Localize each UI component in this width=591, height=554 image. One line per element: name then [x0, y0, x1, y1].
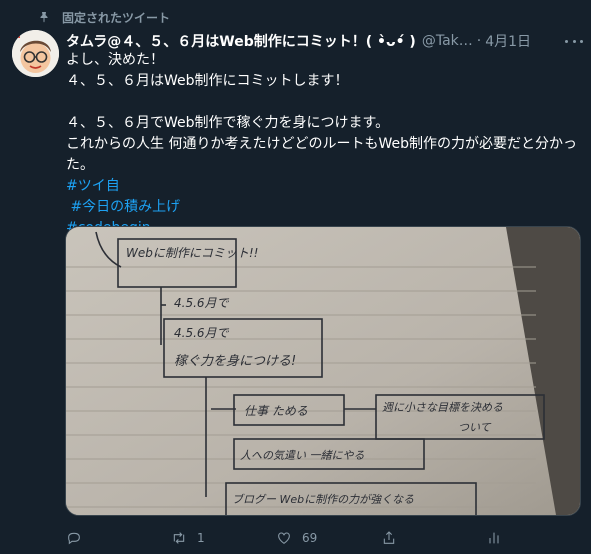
- pin-icon: [40, 12, 48, 23]
- tweet-actions: 1 69: [66, 528, 546, 548]
- pinned-label: 固定されたツイート: [62, 10, 171, 25]
- retweet-button[interactable]: 1: [171, 530, 231, 546]
- photo-note: 4.5.6月で: [174, 326, 230, 340]
- photo-note: Webに制作にコミット!!: [126, 246, 259, 260]
- photo-note: 4.5.6月で: [174, 296, 230, 310]
- photo-note: ブログー Webに制作の力が強くなる: [232, 493, 414, 506]
- like-count: 69: [302, 531, 318, 545]
- reply-button[interactable]: [66, 530, 126, 546]
- separator-dot: ·: [476, 33, 482, 49]
- pinned-tweet-indicator: 固定されたツイート: [38, 8, 170, 26]
- photo-note: 週に小さな目標を決める: [382, 401, 503, 414]
- more-options-icon[interactable]: [565, 34, 583, 48]
- photo-note: 稼ぐ力を身につける!: [174, 354, 296, 369]
- tweet-line: ４、５、６月でWeb制作で稼ぐ力を身につけます。: [66, 115, 390, 131]
- retweet-icon: [173, 532, 185, 544]
- retweet-count: 1: [197, 531, 205, 545]
- hashtag-link[interactable]: #ツイ自: [66, 176, 581, 197]
- tweet-line: た。: [66, 157, 94, 173]
- photo-note: ついて: [458, 421, 492, 434]
- share-icon: [383, 531, 395, 544]
- photo-note: 仕事 ためる: [244, 404, 308, 418]
- author-handle[interactable]: @Tak…: [422, 33, 473, 49]
- analytics-button[interactable]: [486, 530, 546, 546]
- tweet-header: タムラ@４、５、６月はWeb制作にコミット！( •̀ᴗ•́ ) @Tak… · …: [66, 31, 581, 51]
- tweet-date[interactable]: 4月1日: [485, 31, 531, 51]
- reply-icon: [68, 532, 80, 545]
- photo-note: 人への気遣い 一緒にやる: [240, 449, 365, 462]
- heart-icon: [278, 532, 290, 544]
- tweet-line: これからの人生 何通りか考えたけどどのルートもWeb制作の力が必要だと分かっ: [66, 136, 577, 152]
- tweet-text: よし、決めた！ ４、５、６月はWeb制作にコミットします！ ４、５、６月でWeb…: [66, 50, 581, 239]
- tweet-line: ４、５、６月はWeb制作にコミットします！: [66, 73, 349, 89]
- hashtag-link[interactable]: #今日の積み上げ: [66, 197, 581, 218]
- analytics-icon: [489, 532, 499, 544]
- tweet-line: [66, 92, 581, 113]
- share-button[interactable]: [381, 530, 441, 546]
- tweet-line: よし、決めた！: [66, 52, 164, 68]
- tweet-photo[interactable]: Webに制作にコミット!! 4.5.6月で 4.5.6月で 稼ぐ力を身につける!…: [65, 226, 581, 516]
- author-name[interactable]: タムラ@４、５、６月はWeb制作にコミット！( •̀ᴗ•́ ): [66, 31, 416, 51]
- like-button[interactable]: 69: [276, 530, 336, 546]
- avatar[interactable]: [12, 30, 59, 77]
